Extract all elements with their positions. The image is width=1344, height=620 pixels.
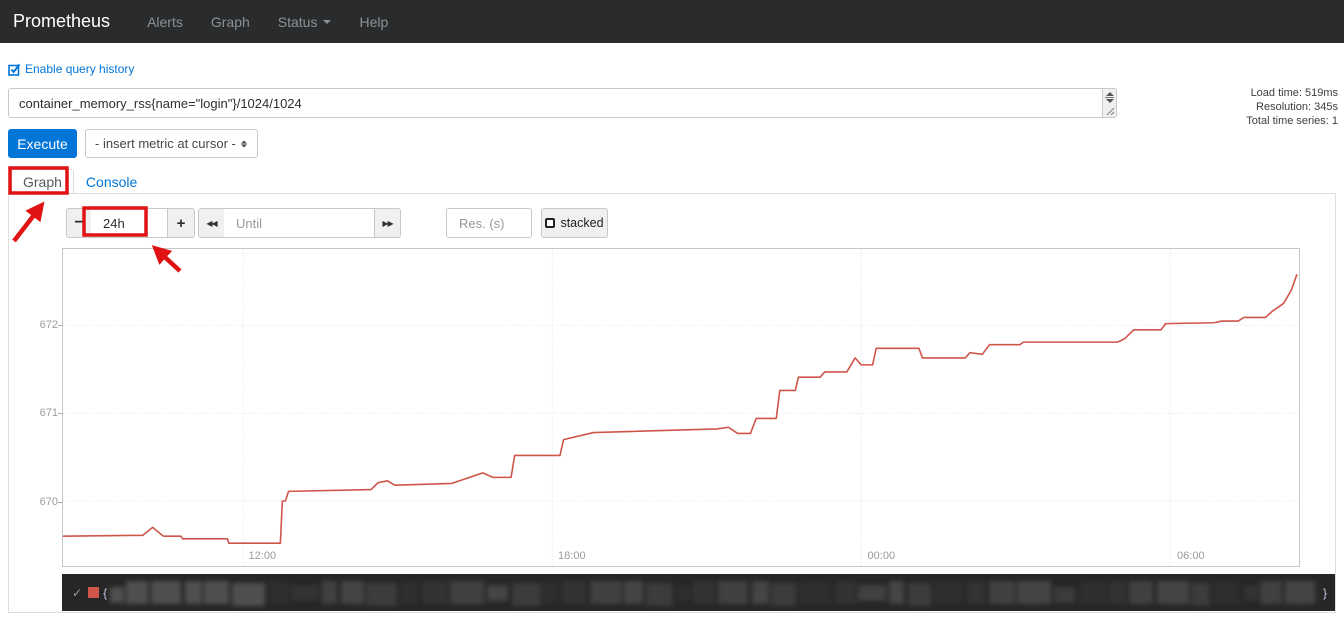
y-axis-tick-label: 672 (28, 319, 58, 331)
nav-item-help[interactable]: Help (345, 14, 402, 30)
result-tabs: Graph Console (11, 169, 149, 195)
checkbox-check-icon (8, 63, 21, 76)
insert-metric-dropdown-label: - insert metric at cursor - (95, 136, 236, 151)
chart-plot-area[interactable]: 12:00 18:00 00:00 06:00 (62, 248, 1300, 567)
legend-close-brace: } (1323, 586, 1327, 600)
legend-check-icon[interactable]: ✓ (72, 586, 82, 600)
y-axis-tick-label: 671 (28, 407, 58, 419)
graph-panel: − + ◀◀ ▶▶ stacked 12:00 18:00 00:00 06:00 ✓… (8, 193, 1336, 613)
nav-item-alerts[interactable]: Alerts (133, 14, 197, 30)
caret-down-part (241, 144, 247, 147)
time-forward-button[interactable]: ▶▶ (374, 208, 401, 238)
y-axis-tick-mark (58, 413, 62, 414)
query-input-side-controls (1102, 89, 1116, 117)
y-axis-tick-mark (58, 325, 62, 326)
nav-item-help-label: Help (359, 14, 388, 30)
tab-graph[interactable]: Graph (11, 169, 74, 195)
stat-total-series: Total time series: 1 (1246, 114, 1338, 128)
navbar: Prometheus Alerts Graph Status Help (0, 0, 1344, 43)
tab-console[interactable]: Console (74, 170, 149, 195)
spinner-divider (1105, 97, 1114, 98)
query-stats: Load time: 519ms Resolution: 345s Total … (1246, 86, 1338, 128)
series-line (63, 274, 1297, 543)
until-input[interactable] (224, 208, 375, 238)
enable-query-history-link[interactable]: Enable query history (8, 62, 134, 76)
range-increase-button[interactable]: + (167, 208, 195, 238)
x-axis-tick-label: 12:00 (249, 550, 277, 562)
legend-open-brace: { (103, 586, 107, 600)
legend-bar[interactable]: ✓ { } (62, 574, 1335, 611)
query-spinner[interactable] (1103, 90, 1116, 105)
insert-metric-dropdown[interactable]: - insert metric at cursor - (85, 129, 258, 158)
nav-item-status[interactable]: Status (264, 14, 346, 30)
caret-down-icon (323, 20, 331, 24)
prometheus-page: Prometheus Alerts Graph Status Help Enab… (0, 0, 1344, 620)
caret-up-part (241, 140, 247, 143)
spinner-down-icon (1106, 99, 1114, 103)
nav-item-graph[interactable]: Graph (197, 14, 264, 30)
query-expression-input[interactable] (9, 89, 1102, 117)
stacked-toggle-button[interactable]: stacked (541, 208, 608, 238)
stat-resolution: Resolution: 345s (1246, 100, 1338, 114)
y-axis-tick-mark (58, 502, 62, 503)
legend-series-swatch (88, 587, 99, 598)
y-axis-tick-label: 670 (28, 496, 58, 508)
enable-query-history-label: Enable query history (25, 62, 134, 76)
resolution-input[interactable] (446, 208, 532, 238)
time-back-button[interactable]: ◀◀ (198, 208, 225, 238)
spinner-up-icon (1106, 92, 1114, 96)
query-expression-row (8, 88, 1117, 118)
x-axis-tick-label: 00:00 (868, 550, 896, 562)
checkbox-unchecked-icon (545, 218, 555, 228)
legend-redacted-text (110, 579, 1320, 607)
x-axis-tick-label: 06:00 (1177, 550, 1205, 562)
nav-item-graph-label: Graph (211, 14, 250, 30)
x-axis-tick-label: 18:00 (558, 550, 586, 562)
brand-prometheus[interactable]: Prometheus (13, 11, 110, 32)
range-input[interactable] (91, 208, 168, 238)
nav-item-alerts-label: Alerts (147, 14, 183, 30)
resize-grip-icon[interactable] (1105, 106, 1115, 116)
stat-load-time: Load time: 519ms (1246, 86, 1338, 100)
nav-item-status-label: Status (278, 14, 318, 30)
updown-caret-icon (240, 140, 248, 148)
execute-button[interactable]: Execute (8, 129, 77, 158)
stacked-label: stacked (560, 216, 603, 230)
range-decrease-button[interactable]: − (66, 208, 92, 238)
